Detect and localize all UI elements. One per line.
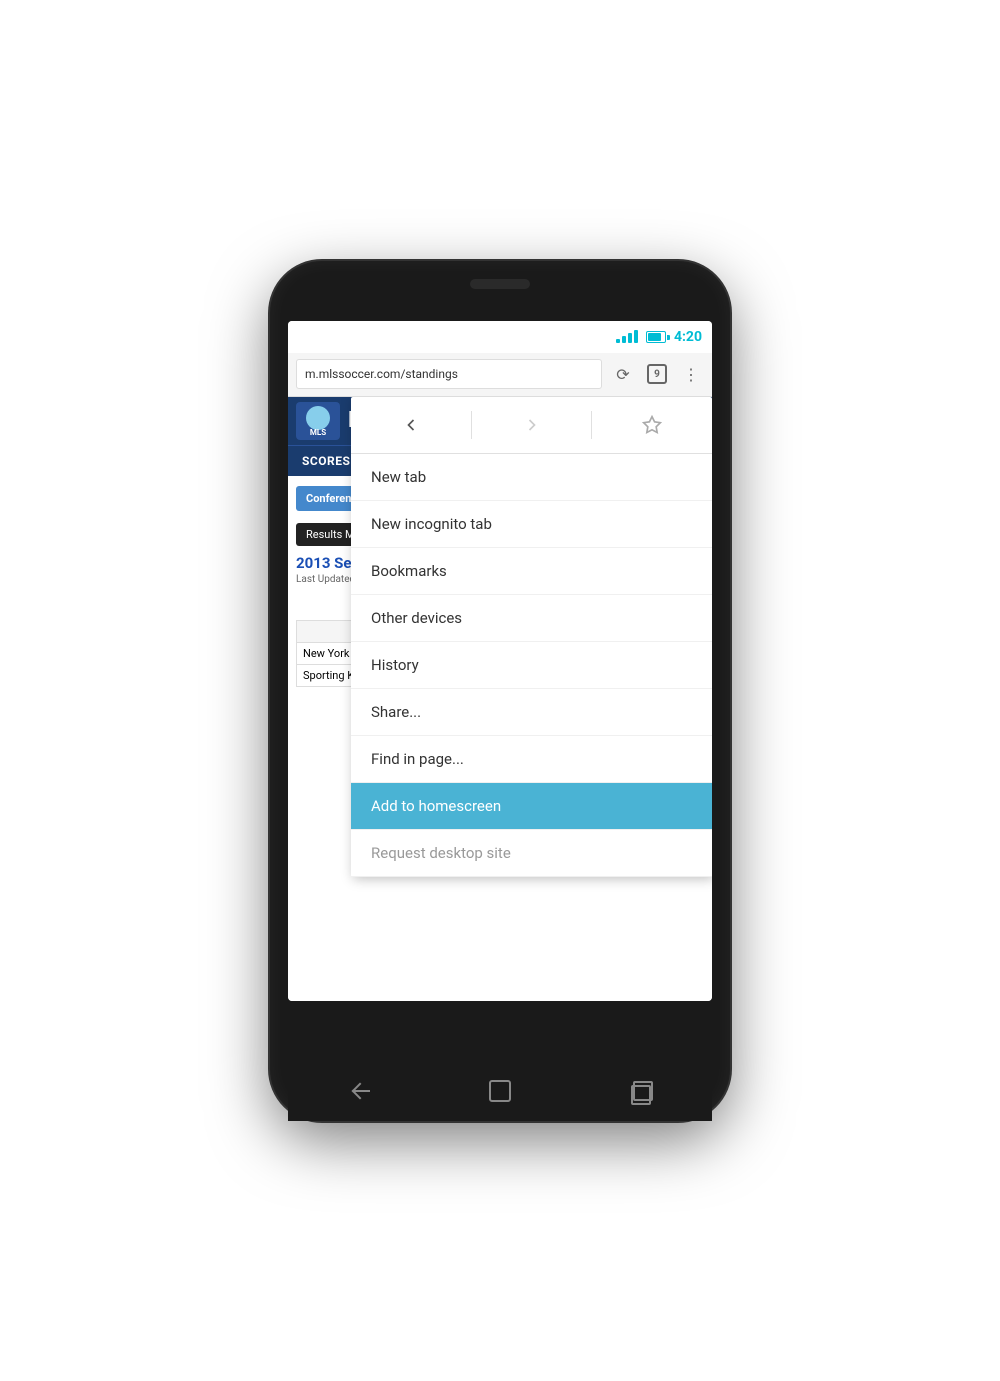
tabs-count: 9 bbox=[647, 364, 667, 384]
menu-item-history[interactable]: History bbox=[351, 642, 712, 689]
mls-logo: MLS bbox=[296, 402, 340, 440]
menu-item-new-tab[interactable]: New tab bbox=[351, 454, 712, 501]
address-bar: m.mlssoccer.com/standings ⟳ 9 ⋮ bbox=[288, 353, 712, 397]
home-hw-button[interactable] bbox=[482, 1073, 518, 1109]
url-field[interactable]: m.mlssoccer.com/standings bbox=[296, 359, 602, 389]
back-button[interactable] bbox=[351, 407, 471, 443]
phone-bottom-nav bbox=[288, 1061, 712, 1121]
mls-logo-text: MLS bbox=[310, 428, 326, 437]
menu-item-request-desktop[interactable]: Request desktop site bbox=[351, 830, 712, 877]
menu-nav-row bbox=[351, 397, 712, 454]
signal-icon bbox=[616, 330, 638, 343]
url-text: m.mlssoccer.com/standings bbox=[305, 367, 458, 381]
menu-item-incognito[interactable]: New incognito tab bbox=[351, 501, 712, 548]
menu-item-share[interactable]: Share... bbox=[351, 689, 712, 736]
phone-device: 4:20 m.mlssoccer.com/standings ⟳ 9 ⋮ MLS… bbox=[270, 261, 730, 1121]
recents-hw-button[interactable] bbox=[623, 1073, 659, 1109]
dropdown-menu: New tab New incognito tab Bookmarks Othe… bbox=[351, 397, 712, 877]
forward-button[interactable] bbox=[472, 407, 592, 443]
phone-screen: 4:20 m.mlssoccer.com/standings ⟳ 9 ⋮ MLS… bbox=[288, 321, 712, 1001]
menu-icon[interactable]: ⋮ bbox=[678, 361, 704, 387]
menu-item-add-to-homescreen[interactable]: Add to homescreen bbox=[351, 783, 712, 830]
website-content: MLS M SCORES N Conference Sta... Results… bbox=[288, 397, 712, 1001]
status-bar: 4:20 bbox=[288, 321, 712, 353]
menu-item-bookmarks[interactable]: Bookmarks bbox=[351, 548, 712, 595]
reload-icon[interactable]: ⟳ bbox=[610, 361, 636, 387]
status-icons: 4:20 bbox=[616, 329, 702, 345]
menu-item-other-devices[interactable]: Other devices bbox=[351, 595, 712, 642]
status-time: 4:20 bbox=[674, 329, 702, 345]
tabs-button[interactable]: 9 bbox=[644, 361, 670, 387]
back-hw-button[interactable] bbox=[341, 1073, 377, 1109]
battery-icon bbox=[646, 331, 666, 343]
menu-item-find-in-page[interactable]: Find in page... bbox=[351, 736, 712, 783]
bookmark-button[interactable] bbox=[592, 407, 712, 443]
